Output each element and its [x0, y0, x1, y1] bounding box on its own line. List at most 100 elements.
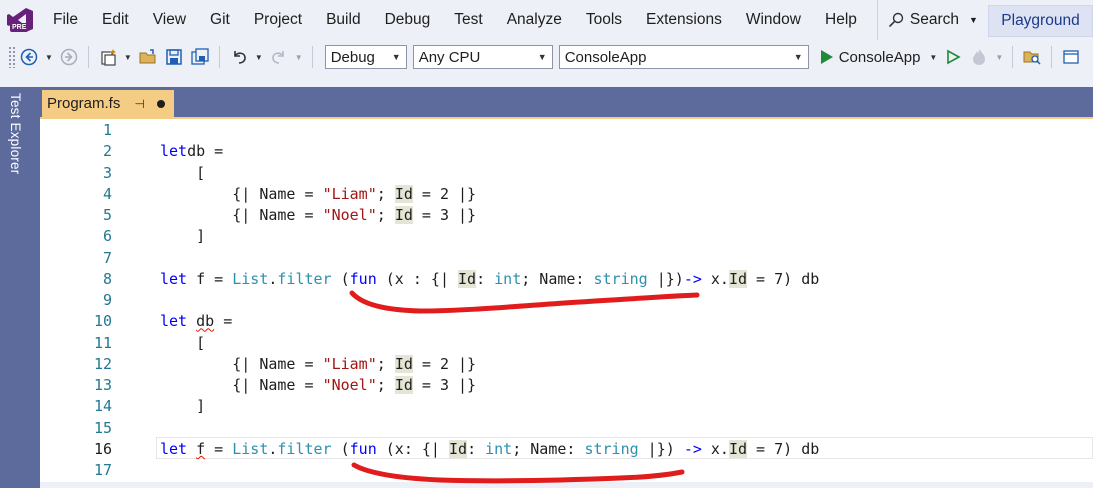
code-line[interactable]: 9: [40, 290, 1093, 311]
code-line[interactable]: 1: [40, 120, 1093, 141]
chevron-down-icon[interactable]: ▼: [995, 53, 1003, 62]
code-token: db: [196, 312, 215, 331]
chevron-down-icon[interactable]: ▼: [124, 53, 132, 62]
code-line[interactable]: 5 {| Name = "Noel"; Id = 3 |}: [40, 205, 1093, 226]
line-number: 11: [93, 333, 112, 352]
menu-item-extensions[interactable]: Extensions: [634, 0, 734, 40]
toolbar-grip[interactable]: [8, 46, 16, 68]
line-number: 2: [102, 142, 112, 161]
window-layout-button[interactable]: [1060, 43, 1082, 71]
code-text: ]: [160, 396, 205, 417]
line-number: 13: [93, 376, 112, 394]
code-line[interactable]: 14 ]: [40, 396, 1093, 417]
open-folder-icon: [139, 49, 156, 64]
menu-item-test[interactable]: Test: [442, 0, 494, 40]
code-line[interactable]: 16 let f = List.filter (fun (x: {| Id: in…: [40, 439, 1093, 460]
playground-button[interactable]: Playground: [988, 5, 1093, 37]
document-tab-filename: Program.fs: [47, 95, 121, 112]
menu-item-project[interactable]: Project: [242, 0, 314, 40]
code-line[interactable]: 3 [: [40, 163, 1093, 184]
menu-item-view[interactable]: View: [141, 0, 198, 40]
menu-item-file[interactable]: File: [40, 0, 90, 40]
test-explorer-label[interactable]: Test Explorer: [8, 93, 23, 174]
navigate-back-button[interactable]: [18, 43, 40, 71]
play-outline-icon: [947, 49, 962, 65]
pin-icon[interactable]: ⊣: [134, 97, 144, 111]
chevron-down-icon[interactable]: ▼: [45, 53, 53, 62]
horizontal-scrollbar[interactable]: [40, 482, 1093, 488]
code-text: {| Name = "Noel"; Id = 3 |}: [160, 205, 476, 226]
search-button[interactable]: Search ▼: [876, 0, 988, 40]
menu-item-window[interactable]: Window: [734, 0, 813, 40]
code-token: :: [467, 439, 486, 458]
menu-item-analyze[interactable]: Analyze: [495, 0, 574, 40]
solution-platform-select[interactable]: Any CPU ▼: [412, 45, 553, 69]
code-token: {| Name =: [160, 354, 323, 373]
new-project-button[interactable]: [97, 43, 119, 71]
code-line[interactable]: 4 {| Name = "Liam"; Id = 2 |}: [40, 184, 1093, 205]
code-token: ;: [376, 184, 395, 203]
code-line[interactable]: 6 ]: [40, 226, 1093, 247]
menu-bar: PRE File Edit View Git Project Build Debug Test…: [0, 0, 1093, 40]
code-token: = 7) db: [747, 439, 820, 458]
chevron-down-icon: ▼: [793, 52, 803, 62]
code-line[interactable]: 13 {| Name = "Noel"; Id = 3 |}: [40, 375, 1093, 396]
start-without-debugging-button[interactable]: [942, 43, 964, 71]
code-token: :: [476, 269, 495, 288]
menu-item-git[interactable]: Git: [198, 0, 242, 40]
startup-project-select[interactable]: ConsoleApp ▼: [558, 45, 809, 69]
code-line[interactable]: 15: [40, 418, 1093, 439]
undo-button[interactable]: [228, 43, 250, 71]
redo-button[interactable]: [268, 43, 290, 71]
chevron-down-icon[interactable]: ▼: [255, 53, 263, 62]
code-token: let: [160, 142, 188, 161]
save-button[interactable]: [163, 43, 185, 71]
code-token: ; Name:: [512, 439, 585, 458]
menu-item-help[interactable]: Help: [813, 0, 869, 40]
line-number: 17: [93, 461, 112, 479]
code-line[interactable]: 2 letdb =: [40, 141, 1093, 162]
menu-item-edit[interactable]: Edit: [90, 0, 141, 40]
code-token: = 3 |}: [412, 376, 477, 394]
find-in-files-button[interactable]: [1021, 43, 1043, 71]
code-line[interactable]: 11 [: [40, 333, 1093, 354]
code-line[interactable]: 12 {| Name = "Liam"; Id = 2 |}: [40, 354, 1093, 375]
menu-item-build[interactable]: Build: [314, 0, 372, 40]
configuration-value: Debug: [330, 48, 375, 66]
code-token: x.: [701, 269, 729, 288]
chevron-down-icon: ▼: [537, 52, 547, 62]
code-token: (x : {|: [376, 269, 459, 288]
standard-toolbar: ▼ ▼ ▼ ▼ Debug ▼ Any CPU ▼ ConsoleApp ▼ C…: [0, 40, 1093, 74]
document-tab-program-fs[interactable]: Program.fs ⊣: [42, 90, 174, 117]
code-token: filter: [277, 439, 332, 458]
code-token: {| Name =: [160, 184, 323, 203]
toolbar-separator: [1051, 46, 1053, 68]
navigate-forward-button[interactable]: [58, 43, 80, 71]
menu-item-debug[interactable]: Debug: [373, 0, 443, 40]
open-file-button[interactable]: [137, 43, 159, 71]
chevron-down-icon[interactable]: ▼: [295, 53, 303, 62]
code-token: ]: [160, 397, 206, 416]
visual-studio-logo-icon[interactable]: PRE: [0, 0, 40, 40]
code-editor[interactable]: 1 2 letdb = 3 [4 {| Name = "Liam"; Id = 2 |…: [40, 119, 1093, 488]
menu-item-tools[interactable]: Tools: [574, 0, 634, 40]
solution-configuration-select[interactable]: Debug ▼: [324, 45, 407, 69]
start-debugging-button[interactable]: ConsoleApp ▼: [820, 49, 941, 66]
code-token: [: [160, 163, 206, 182]
code-line[interactable]: 7: [40, 248, 1093, 269]
hot-reload-button[interactable]: [968, 43, 990, 71]
code-token: fun: [349, 439, 377, 458]
code-text: {| Name = "Liam"; Id = 2 |}: [160, 354, 476, 375]
code-line[interactable]: 8 let f = List.filter (fun (x : {| Id: in…: [40, 269, 1093, 290]
code-line[interactable]: 10 let db =: [40, 311, 1093, 332]
code-token: "Noel": [322, 376, 377, 394]
code-line[interactable]: 17: [40, 460, 1093, 481]
code-text: [: [160, 333, 205, 354]
modified-indicator-icon[interactable]: [156, 99, 165, 108]
code-token: ;: [376, 354, 395, 373]
save-all-button[interactable]: [189, 43, 211, 71]
code-token: db =: [187, 142, 224, 161]
toolbar-separator: [218, 46, 220, 68]
